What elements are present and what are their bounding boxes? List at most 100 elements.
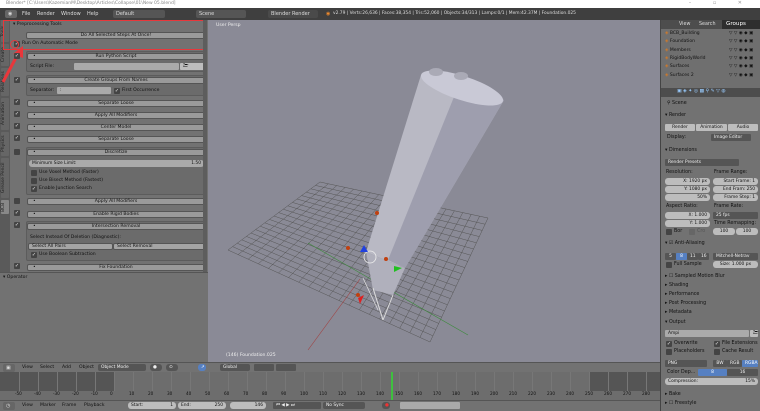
step-checkbox[interactable]: ✓ [14,77,20,83]
scene-select[interactable]: Scene [196,10,246,18]
output-path-input[interactable]: Ampi [665,330,749,337]
script-file-input[interactable] [74,63,179,70]
menu-help[interactable]: Help [87,8,98,20]
current-frame-line[interactable] [391,372,393,400]
compression-slider[interactable]: Compression: 15% [665,378,758,385]
cache-result-checkbox[interactable] [714,349,720,355]
outliner-item[interactable]: ◈ Surfaces ▽ ▽ ◉ ◆ ▣ [665,64,753,69]
collapsed-panel-header[interactable]: ▸ Performance [665,292,699,297]
freestyle-header[interactable]: ▸ ☐ Freestyle [665,401,696,406]
collapsed-panel-header[interactable]: ▸ Shading [665,283,688,288]
boolean-checkbox[interactable]: ✓ [31,252,37,258]
bake-header[interactable]: ▸ Bake [665,392,681,397]
menu-view[interactable]: View [22,403,33,408]
separator-input[interactable]: : [57,87,111,94]
output-header[interactable]: ▾ Output [665,320,686,325]
separate-loose-button[interactable]: • Separate Loose [27,100,205,107]
start-frame-field[interactable]: Start: 1 [128,402,176,409]
step-checkbox[interactable] [14,198,20,204]
menu-frame[interactable]: Frame [62,403,76,408]
outliner-item[interactable]: ◈ RigidBodyWorld ▽ ▽ ◉ ◆ ▣ [665,56,753,61]
aspect-y-field[interactable]: Y: 1.000 [665,220,710,227]
run-python-button[interactable]: • Run Python Script [27,53,205,60]
orientation-select[interactable]: Global [220,364,250,371]
folder-icon[interactable]: 🗁 [180,63,205,70]
tab-animation[interactable]: Animation [1,98,9,130]
outliner-item[interactable]: ◈ Foundation ▽ ▽ ◉ ◆ ▣ [665,39,753,44]
record-icon[interactable]: ● [382,402,390,409]
rgba-button[interactable]: RGBA [742,360,758,367]
scrollbar[interactable] [203,20,207,272]
menu-render[interactable]: Render [37,8,55,20]
dimensions-header[interactable]: ▾ Dimensions [665,148,697,153]
tab-physics[interactable]: Physics [1,132,9,156]
junction-checkbox[interactable]: ✓ [31,186,37,192]
outliner-tab-groups[interactable]: Groups [722,20,760,29]
outliner-tab-search[interactable]: Search [699,22,715,27]
full-sample-checkbox[interactable] [666,262,672,268]
end-frame-field[interactable]: End: 250 [178,402,226,409]
folder-icon[interactable]: 🗁 [750,330,758,337]
collapsed-panel-header[interactable]: ▸ ☐ Sampled Motion Blur [665,274,725,279]
visibility-icons[interactable]: ▽ ▽ ◉ ◆ ▣ [729,31,753,36]
menu-select[interactable]: Select [40,365,54,370]
menu-playback[interactable]: Playback [84,403,105,408]
display-select[interactable]: Image Editor [711,134,751,141]
bisect-checkbox[interactable] [31,178,37,184]
render-presets-select[interactable]: Render Presets [665,159,739,166]
visibility-icons[interactable]: ▽ ▽ ◉ ◆ ▣ [729,64,753,69]
intersection-removal-button[interactable]: • Intersection Removal [27,223,205,230]
apply-modifiers-button-2[interactable]: • Apply All Modifiers [27,198,205,205]
render-tab-icon[interactable]: ▣ ◈ ✦ ◎ ▩ ⚲ ✎ ▽ ◍ [677,89,726,94]
keying-set-field[interactable] [400,402,460,409]
render-panel-header[interactable]: ▾ Render [665,113,686,118]
first-occurrence-checkbox[interactable]: ✓ [114,88,120,94]
anti-aliasing-header[interactable]: ▾ ☑ Anti-Aliasing [665,241,705,246]
tab-bcb[interactable]: BCB [1,200,9,214]
select-all-pairs-button[interactable]: Select All Pairs [28,243,113,250]
aa-sample-button[interactable]: 5 [665,253,676,260]
resolution-percent-slider[interactable]: 50% [665,194,710,201]
menu-add[interactable]: Add [62,365,71,370]
editor-type-icon[interactable]: ▣ [3,364,15,372]
menu-object[interactable]: Object [79,365,94,370]
depth-8-button[interactable]: 8 [698,369,727,376]
outliner-item[interactable]: ◈ Members ▽ ▽ ◉ ◆ ▣ [665,48,753,53]
animation-button[interactable]: Animation [696,124,727,131]
editor-type-icon[interactable]: ◉ [5,10,17,18]
frame-rate-select[interactable]: 25 fps [713,212,758,219]
resolution-y-field[interactable]: Y: 1080 px [665,186,710,193]
menu-marker[interactable]: Marker [40,403,56,408]
layers-grid[interactable] [254,364,274,371]
collapsed-panel-header[interactable]: ▸ Post Processing [665,301,706,306]
visibility-icons[interactable]: ▽ ▽ ◉ ◆ ▣ [729,73,753,78]
start-frame-field[interactable]: Start Frame: 1 [713,178,758,185]
menu-view[interactable]: View [22,365,33,370]
aspect-x-field[interactable]: X: 1.000 [665,212,710,219]
step-checkbox[interactable]: ✓ [14,123,20,129]
end-frame-field[interactable]: End Fram: 250 [713,186,758,193]
bw-button[interactable]: BW [713,360,727,367]
shading-select[interactable]: ● [150,364,162,371]
center-model-button[interactable]: • Center Model [27,124,205,131]
current-frame-field[interactable]: 146 [230,402,266,409]
visibility-icons[interactable]: ▽ ▽ ◉ ◆ ▣ [729,56,753,61]
step-checkbox[interactable]: ✓ [14,263,20,269]
editor-type-icon[interactable]: ◷ [3,402,15,410]
step-checkbox[interactable]: ✓ [14,53,20,59]
sync-select[interactable]: No Sync [323,402,365,409]
fix-foundation-button[interactable]: • Fix Foundation [27,264,205,271]
playback-controls[interactable]: ⏮ ◀ ▶ ⏭ [273,402,321,409]
discretize-button[interactable]: • Discretize [27,149,205,156]
render-button[interactable]: Render [665,124,695,131]
outliner-item[interactable]: ◈ Surfaces 2 ▽ ▽ ◉ ◆ ▣ [665,73,753,78]
border-checkbox[interactable] [666,229,672,235]
pivot-select[interactable]: ⊙ [166,364,178,371]
layout-select[interactable]: Default [113,10,165,18]
apply-modifiers-button[interactable]: • Apply All Modifiers [27,112,205,119]
step-checkbox[interactable]: ✓ [14,222,20,228]
frame-step-field[interactable]: Frame Step: 1 [713,194,758,201]
create-groups-button[interactable]: • Create Groups From Names [27,77,205,84]
placeholders-checkbox[interactable] [666,349,672,355]
min-size-slider[interactable]: Minimum Size Limit: 1.50 [29,160,204,167]
